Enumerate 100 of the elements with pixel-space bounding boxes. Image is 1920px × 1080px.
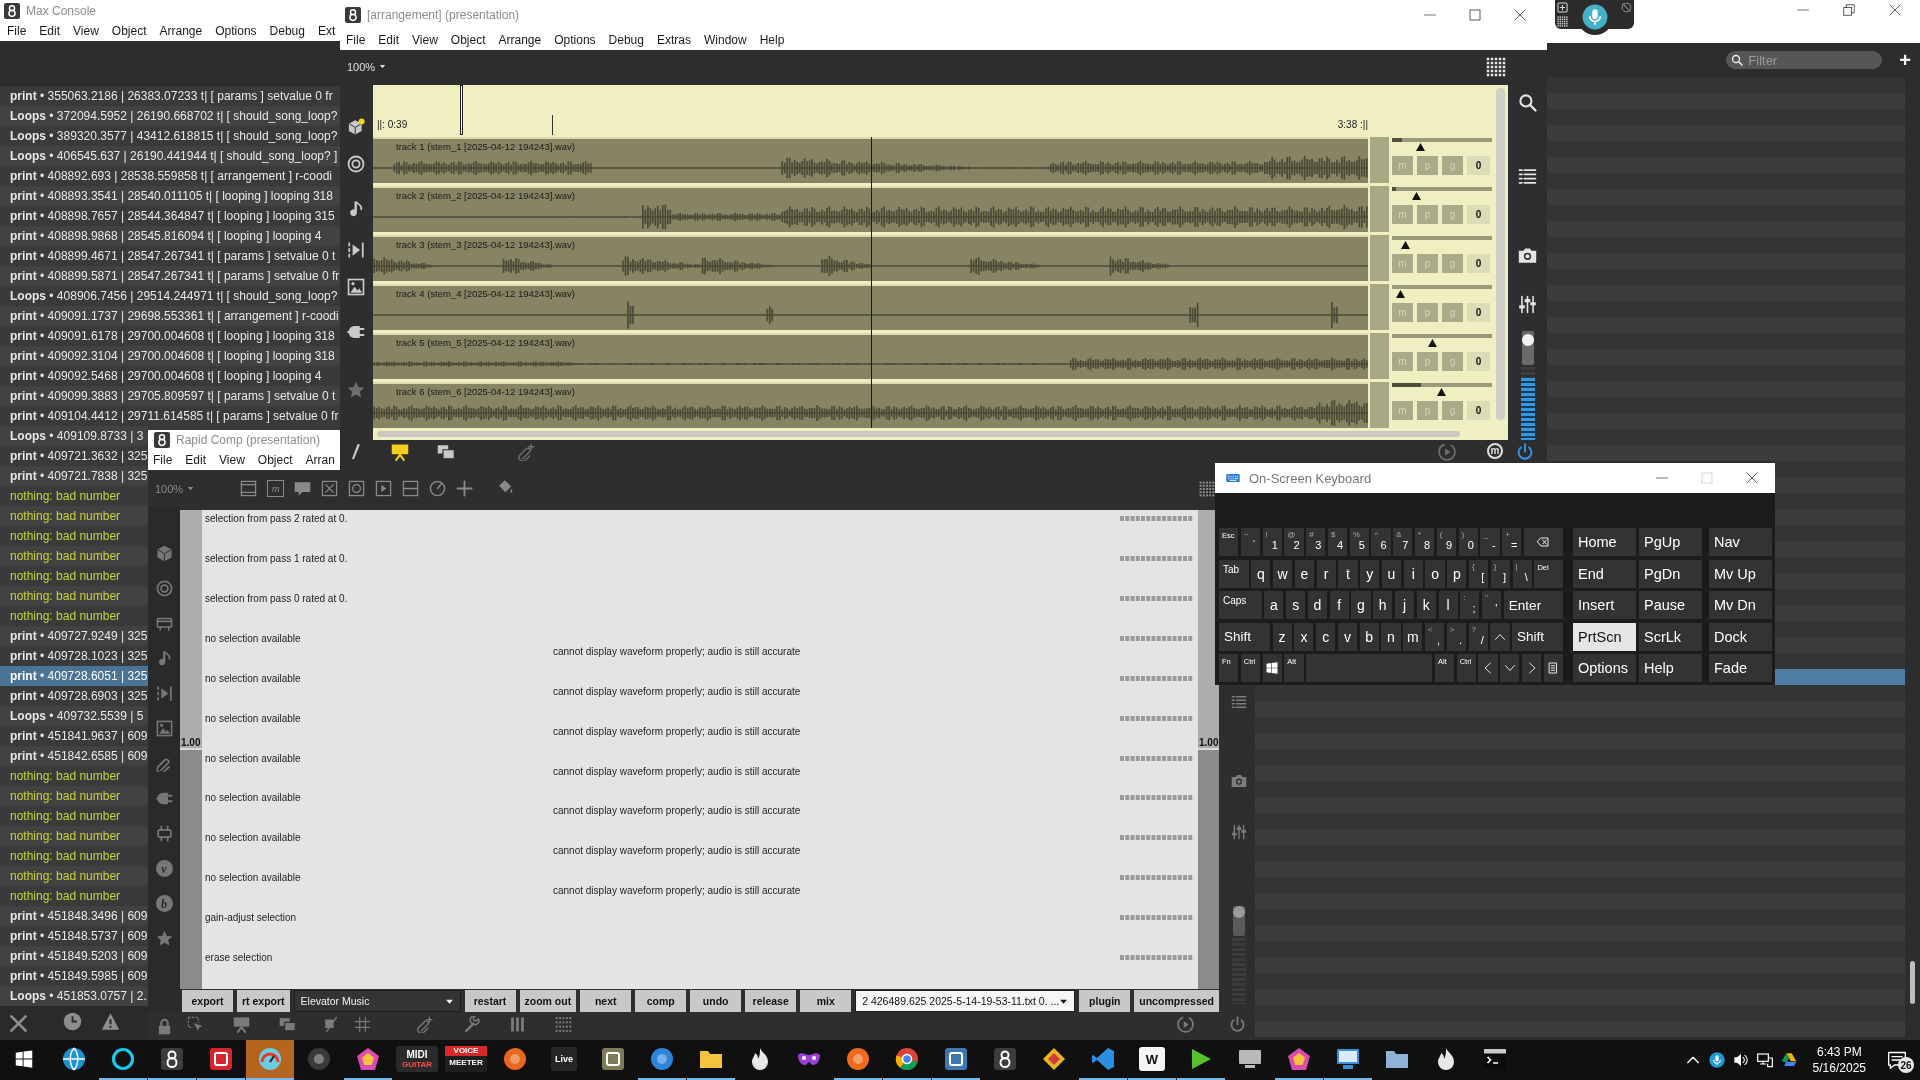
message-tool[interactable]: m: [267, 480, 285, 497]
microphone-icon[interactable]: [1708, 1052, 1725, 1068]
track-handle[interactable]: [1368, 137, 1389, 183]
cube-icon[interactable]: [347, 118, 365, 136]
grid-lines-icon[interactable]: [354, 1015, 371, 1033]
speaker-icon[interactable]: [1732, 1052, 1749, 1068]
paperclip-plus-icon[interactable]: [416, 1015, 433, 1033]
track-slider[interactable]: [1392, 138, 1492, 152]
action-button[interactable]: release: [745, 990, 797, 1012]
key[interactable]: Pause: [1639, 591, 1702, 619]
log-entry[interactable]: Loops • 451853.0757 | 2.: [0, 986, 148, 1006]
track-handle[interactable]: [1368, 186, 1389, 232]
scrollbar-thumb[interactable]: [1910, 961, 1915, 1004]
key[interactable]: Dock: [1709, 622, 1772, 651]
connector-icon[interactable]: [155, 825, 173, 842]
minus-box-icon[interactable]: [402, 480, 420, 497]
paint-bucket-icon[interactable]: [497, 478, 515, 495]
maximize-icon[interactable]: [1469, 9, 1481, 21]
log-entry[interactable]: nothing: bad number: [0, 786, 148, 806]
key[interactable]: h: [1373, 591, 1393, 619]
action-button[interactable]: undo: [690, 990, 742, 1012]
key[interactable]: q: [1251, 559, 1271, 588]
menu-item[interactable]: Object: [111, 24, 147, 38]
key[interactable]: % 5: [1349, 528, 1369, 556]
volume-slider[interactable]: [1232, 906, 1245, 936]
camera-icon[interactable]: [1518, 246, 1537, 265]
key[interactable]: < ,: [1424, 622, 1445, 651]
key[interactable]: f: [1329, 591, 1349, 619]
track-slider[interactable]: [1392, 334, 1492, 348]
log-entry[interactable]: print • 409091.1737 | 29698.553361 t| [ arrangement ] r-coodi: [0, 306, 340, 326]
gain-slider[interactable]: 1.00: [180, 510, 202, 989]
track-slider[interactable]: [1392, 187, 1492, 201]
document-icon[interactable]: [1547, 662, 1560, 674]
key[interactable]: ? /: [1468, 622, 1488, 651]
action-button[interactable]: plugin: [1079, 990, 1131, 1012]
menu-item[interactable]: Options: [215, 24, 257, 38]
play-circle-icon[interactable]: [1177, 1015, 1194, 1033]
menu-item[interactable]: Extras: [656, 33, 691, 47]
windows-logo-icon[interactable]: [15, 1050, 33, 1068]
arrow-key[interactable]: [1500, 654, 1520, 682]
key[interactable]: PrtScn: [1573, 622, 1636, 651]
key[interactable]: Help: [1639, 654, 1702, 682]
key[interactable]: x: [1294, 622, 1314, 651]
menu-item[interactable]: Window: [703, 33, 747, 47]
add-button[interactable]: +: [1899, 51, 1911, 69]
slot-icon[interactable]: [155, 615, 173, 632]
power-icon[interactable]: [1516, 443, 1534, 461]
presentation-icon[interactable]: [391, 443, 409, 461]
track-handle[interactable]: [1368, 235, 1389, 281]
key[interactable]: + =: [1502, 528, 1522, 556]
star-icon[interactable]: [347, 381, 365, 399]
key[interactable]: p: [1447, 559, 1467, 588]
key[interactable]: j: [1394, 591, 1415, 619]
key[interactable]: @ 2: [1284, 528, 1304, 556]
comment-icon[interactable]: [294, 480, 312, 497]
key[interactable]: # 3: [1306, 528, 1326, 556]
key[interactable]: n: [1381, 622, 1401, 651]
log-entry[interactable]: nothing: bad number: [0, 546, 148, 566]
key[interactable]: Insert: [1573, 591, 1636, 619]
key[interactable]: " ': [1482, 591, 1502, 619]
close-icon[interactable]: [1746, 472, 1758, 484]
image-icon[interactable]: [347, 278, 365, 296]
horizontal-scrollbar[interactable]: [377, 431, 1460, 437]
menu-item[interactable]: Debug: [269, 24, 305, 38]
caret-icon[interactable]: [379, 63, 387, 70]
keypad-icon[interactable]: [555, 1015, 572, 1033]
menu-item[interactable]: Arrange: [159, 24, 203, 38]
plus-square-icon[interactable]: [1557, 1, 1568, 13]
star-icon[interactable]: [155, 930, 173, 947]
plus-icon[interactable]: [456, 480, 474, 497]
log-entry[interactable]: nothing: bad number: [0, 586, 148, 606]
key[interactable]: Nav: [1709, 528, 1772, 556]
menu-item[interactable]: View: [73, 24, 99, 38]
key[interactable]: } ]: [1490, 559, 1510, 588]
action-button[interactable]: uncompressed: [1134, 990, 1219, 1012]
key[interactable]: Mv Up: [1709, 559, 1772, 588]
log-entry[interactable]: print • 451848.3496 | 609: [0, 906, 148, 926]
log-entry[interactable]: nothing: bad number: [0, 826, 148, 846]
key[interactable]: ~ `: [1240, 528, 1260, 556]
network-icon[interactable]: [1756, 1052, 1773, 1068]
key[interactable]: b: [1359, 622, 1379, 651]
close-icon[interactable]: [1514, 9, 1526, 21]
key[interactable]: Enter: [1503, 591, 1563, 619]
x-box-icon[interactable]: [321, 480, 339, 497]
key[interactable]: z: [1272, 622, 1292, 651]
key[interactable]: Mv Dn: [1709, 591, 1772, 619]
chevron-down-icon[interactable]: [1503, 662, 1516, 674]
zoom-dropdown[interactable]: 100%: [155, 482, 195, 495]
menu-item[interactable]: Object: [257, 453, 293, 467]
taskbar-button[interactable]: MIDI GUITAR: [393, 1040, 441, 1080]
key[interactable]: Shift: [1219, 622, 1270, 651]
paperclip-plus-icon[interactable]: [517, 443, 535, 461]
taskbar-button[interactable]: Live: [540, 1040, 588, 1080]
menu-item[interactable]: Ext: [317, 24, 336, 38]
file-dropdown[interactable]: 2 426489.625 2025-5-14-19-53-11.txt 0. ...: [855, 990, 1076, 1012]
power-icon[interactable]: [1229, 1015, 1246, 1033]
key[interactable]: PgDn: [1639, 559, 1702, 588]
menu-item[interactable]: Edit: [378, 33, 400, 47]
key[interactable]: : ;: [1460, 591, 1480, 619]
menu-item[interactable]: Arran: [305, 453, 335, 467]
